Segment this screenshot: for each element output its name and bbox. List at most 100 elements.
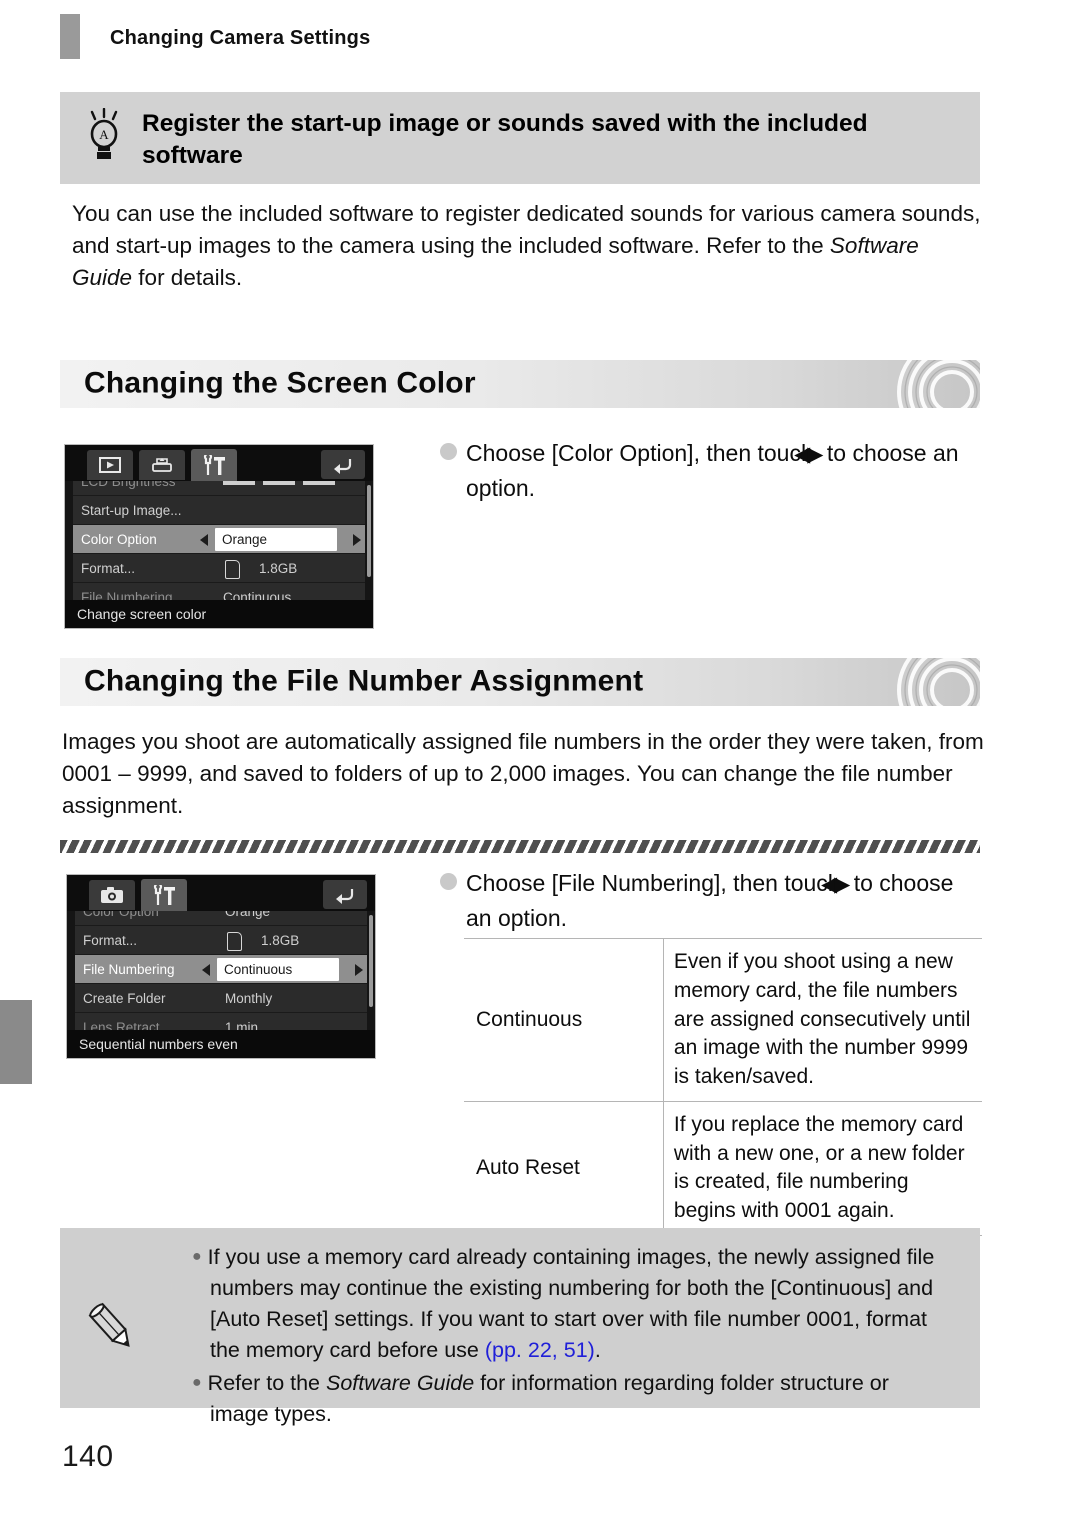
- note-item: ● Refer to the Software Guide for informa…: [192, 1368, 952, 1430]
- option-name: Continuous: [476, 1007, 583, 1031]
- right-arrow-icon[interactable]: [353, 534, 361, 546]
- note-text-b: .: [594, 1337, 601, 1362]
- menu-row-label: File Numbering: [83, 962, 175, 977]
- camera-menu-list[interactable]: LCD Brightness Start-up Image... Color O…: [73, 481, 365, 600]
- menu-row-lens-retract[interactable]: Lens Retract 1 min.: [75, 1013, 367, 1030]
- settings-icon: [203, 454, 225, 475]
- note-item: ● If you use a memory card already contai…: [192, 1242, 952, 1366]
- menu-row-format[interactable]: Format... 1.8GB: [73, 554, 365, 583]
- menu-row-label: Format...: [81, 561, 136, 576]
- running-header-rule: [60, 14, 80, 59]
- menu-row-value: Continuous: [223, 590, 292, 600]
- menu-row-format[interactable]: Format... 1.8GB: [75, 926, 367, 955]
- right-arrow-icon[interactable]: [355, 964, 363, 976]
- section-body-file-number: Images you shoot are automatically assig…: [62, 729, 984, 819]
- instruction-line: Choose [Color Option], then touch ◀▶ to …: [440, 436, 985, 505]
- camera-footer-hint: Sequential numbers even: [67, 1030, 375, 1058]
- instruction-text-b: to: [820, 440, 847, 466]
- menu-row-create-folder[interactable]: Create Folder Monthly: [75, 984, 367, 1013]
- tab-settings[interactable]: [141, 879, 187, 912]
- menu-row-lcd-brightness[interactable]: LCD Brightness: [73, 481, 365, 496]
- menu-row-label: File Numbering: [81, 590, 173, 600]
- note-italic: Software Guide: [326, 1370, 475, 1395]
- menu-row-label: LCD Brightness: [81, 481, 176, 489]
- menu-row-value: Orange: [215, 528, 337, 551]
- tab-shooting[interactable]: [89, 880, 135, 910]
- menu-row-value: Orange: [225, 911, 271, 919]
- tab-print[interactable]: [139, 450, 185, 480]
- note-bullet: ●: [192, 1373, 202, 1391]
- camera-screen-file-numbering: Color Option Orange Format... 1.8GB File…: [66, 874, 376, 1059]
- menu-row-value: 1.8GB: [259, 561, 298, 576]
- return-button[interactable]: [321, 450, 365, 479]
- menu-row-label: Create Folder: [83, 991, 166, 1006]
- decorative-arcs: [897, 360, 980, 408]
- settings-icon: [153, 884, 175, 905]
- camera-scrollbar[interactable]: [367, 485, 371, 577]
- playback-icon: [99, 457, 121, 473]
- instruction-text-a: Choose [File Numbering], then touch: [466, 870, 847, 896]
- page-number: 140: [62, 1440, 114, 1473]
- tab-playback[interactable]: [87, 450, 133, 480]
- option-name: Auto Reset: [476, 1155, 580, 1179]
- camera-scrollbar[interactable]: [369, 915, 373, 1007]
- menu-row-label: Format...: [83, 933, 138, 948]
- menu-row-startup-image[interactable]: Start-up Image...: [73, 496, 365, 525]
- memory-card-icon: [225, 560, 240, 579]
- return-arrow-icon: [334, 458, 352, 474]
- menu-row-value: 1 min.: [225, 1020, 262, 1030]
- step-bullet: [440, 873, 457, 890]
- menu-row-file-numbering[interactable]: File Numbering Continuous: [75, 955, 367, 984]
- section-heading-screen-color: Changing the Screen Color: [60, 360, 980, 408]
- return-button[interactable]: [323, 880, 367, 909]
- tip-body-text-b: for details.: [132, 265, 243, 291]
- menu-row-label: Color Option: [83, 911, 159, 919]
- print-icon: [152, 458, 172, 472]
- svg-text:A: A: [99, 127, 109, 142]
- instruction-text-a: Choose [Color Option], then touch: [466, 440, 821, 466]
- menu-row-color-option[interactable]: Color Option Orange: [73, 525, 365, 554]
- tab-settings[interactable]: [191, 449, 237, 482]
- memory-card-icon: [227, 932, 242, 951]
- brightness-bar: [223, 481, 341, 485]
- menu-row-file-numbering[interactable]: File Numbering Continuous: [73, 583, 365, 600]
- tip-callout-title: Register the start-up image or sounds sa…: [142, 110, 868, 170]
- camera-tab-bar: [67, 875, 375, 912]
- running-header-title: Changing Camera Settings: [110, 27, 371, 49]
- instruction-file-numbering: Choose [File Numbering], then touch ◀▶ t…: [440, 866, 985, 935]
- menu-row-label: Start-up Image...: [81, 503, 182, 518]
- camera-tab-bar: [65, 445, 373, 482]
- note-callout: ● If you use a memory card already contai…: [60, 1228, 980, 1426]
- file-numbering-options-table: Continuous Even if you shoot using a new…: [464, 938, 982, 1236]
- note-items: ● If you use a memory card already contai…: [192, 1242, 952, 1432]
- menu-row-value: 1.8GB: [261, 933, 300, 948]
- tip-callout: A Register the start-up image or sounds …: [60, 92, 980, 184]
- section-heading-file-number: Changing the File Number Assignment: [60, 658, 980, 706]
- menu-row-label: Lens Retract: [83, 1020, 160, 1030]
- menu-row-color-option[interactable]: Color Option Orange: [75, 911, 367, 926]
- running-header: Changing Camera Settings: [0, 0, 1080, 60]
- pencil-icon: [84, 1300, 140, 1356]
- hatched-divider: [60, 840, 980, 853]
- option-description: Even if you shoot using a new memory car…: [662, 938, 982, 1102]
- note-text-a: Refer to the: [207, 1370, 326, 1395]
- decorative-arcs: [897, 658, 980, 706]
- return-arrow-icon: [336, 888, 354, 904]
- instruction-color-option: Choose [Color Option], then touch ◀▶ to …: [440, 436, 985, 505]
- table-row: Auto Reset If you replace the memory car…: [464, 1101, 982, 1236]
- menu-row-value: Continuous: [217, 958, 339, 981]
- left-arrow-icon[interactable]: [202, 964, 210, 976]
- camera-screen-color-option: LCD Brightness Start-up Image... Color O…: [64, 444, 374, 629]
- step-bullet: [440, 443, 457, 460]
- lightbulb-icon: A: [82, 107, 126, 164]
- camera-icon: [101, 887, 123, 903]
- left-arrow-icon[interactable]: [200, 534, 208, 546]
- table-row: Continuous Even if you shoot using a new…: [464, 938, 982, 1102]
- menu-row-label: Color Option: [81, 532, 157, 547]
- instruction-line: Choose [File Numbering], then touch ◀▶ t…: [440, 866, 985, 935]
- page-reference-link[interactable]: (pp. 22, 51): [485, 1338, 595, 1362]
- camera-menu-list[interactable]: Color Option Orange Format... 1.8GB File…: [75, 911, 367, 1030]
- section-heading-text: Changing the Screen Color: [84, 366, 476, 400]
- chapter-thumb-tab: [0, 1000, 32, 1084]
- section-heading-text: Changing the File Number Assignment: [84, 664, 644, 698]
